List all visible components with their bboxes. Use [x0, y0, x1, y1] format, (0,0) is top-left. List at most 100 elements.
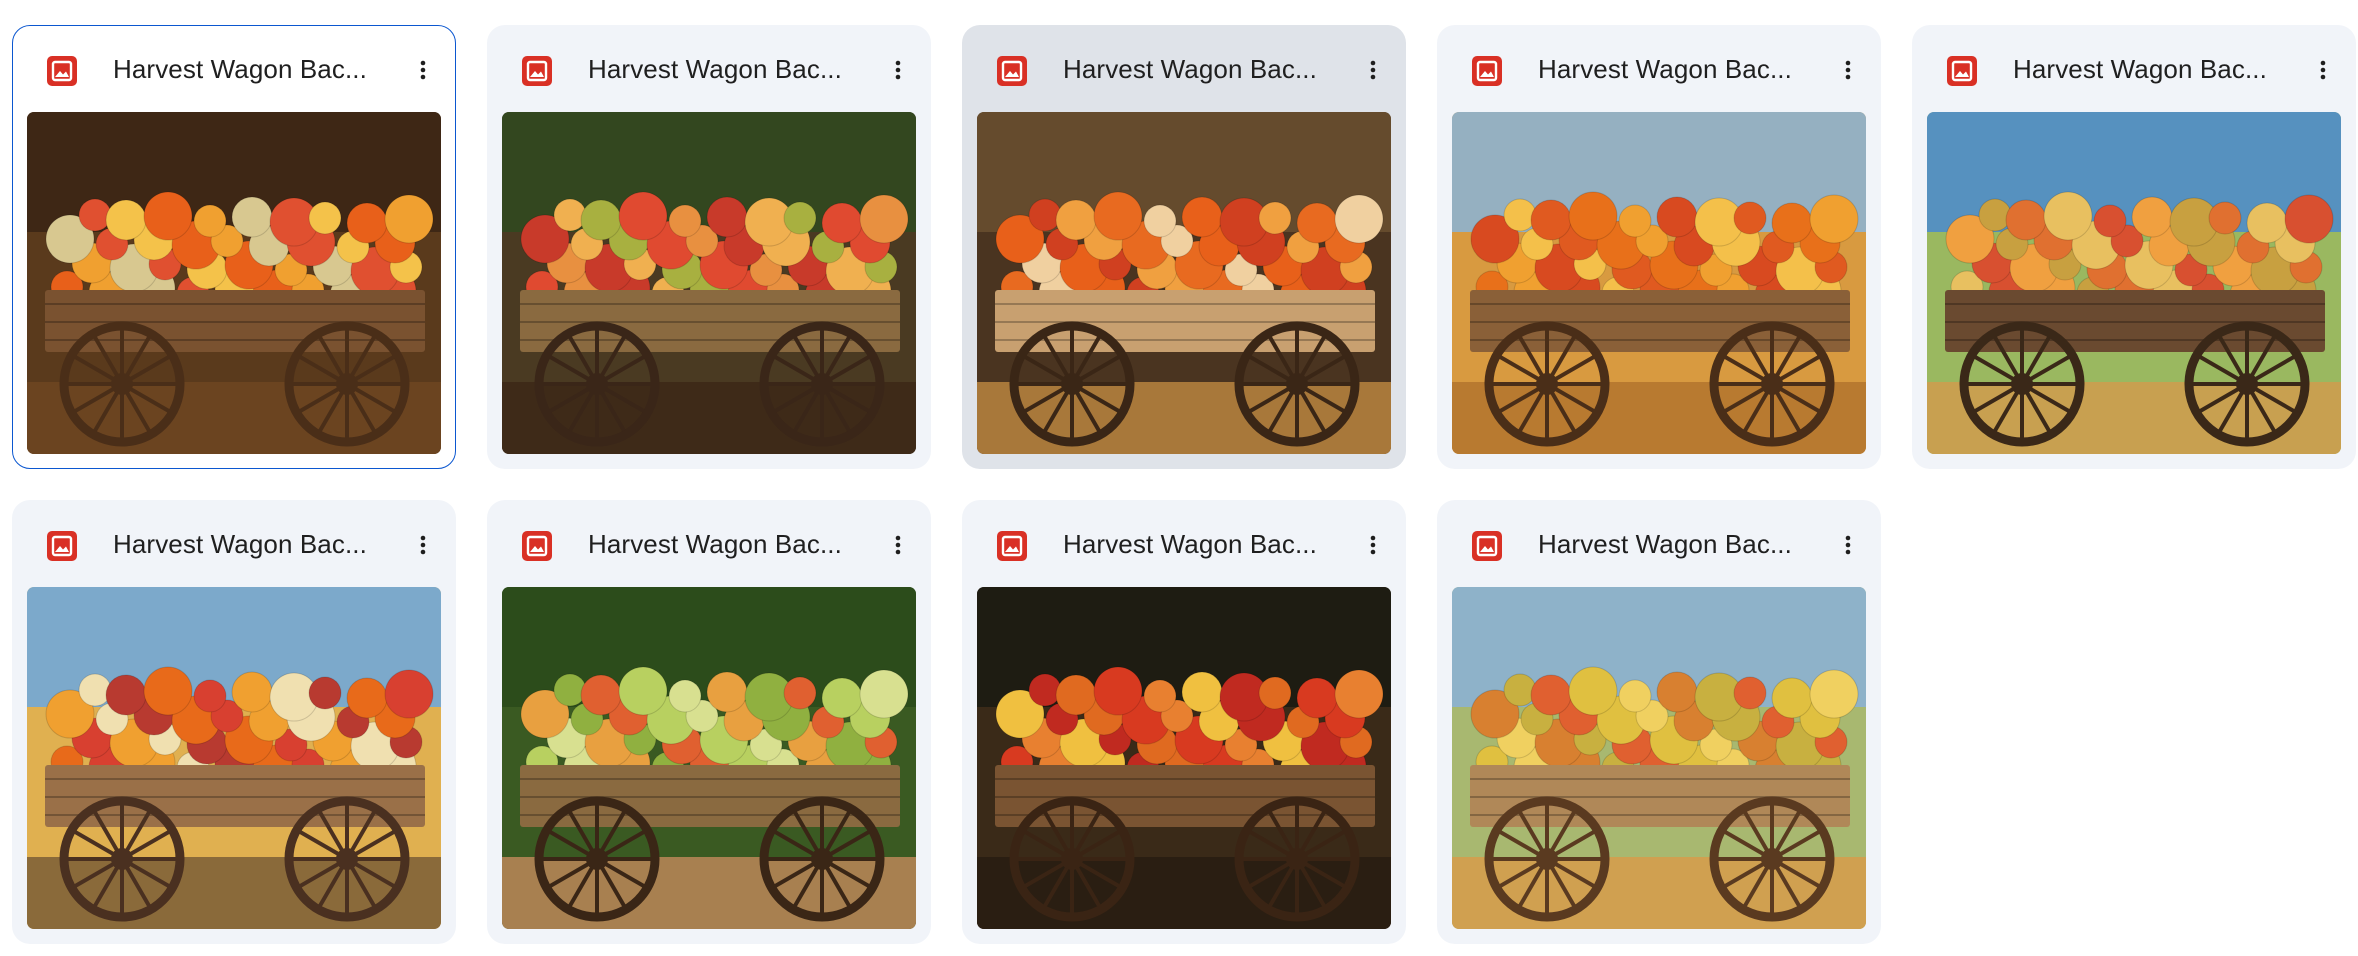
produce-item	[783, 201, 817, 235]
file-thumbnail[interactable]	[1927, 112, 2341, 454]
file-card[interactable]: Harvest Wagon Bac...	[12, 500, 456, 944]
file-card[interactable]: Harvest Wagon Bac...	[487, 25, 931, 469]
file-thumbnail[interactable]	[502, 587, 916, 929]
wagon-wheel	[759, 321, 885, 447]
produce-item	[1530, 199, 1572, 241]
more-vertical-icon[interactable]	[1351, 48, 1395, 92]
image-file-icon	[47, 56, 77, 86]
image-file-icon	[997, 56, 1027, 86]
thumbnail-image	[977, 112, 1391, 454]
produce-item	[2043, 191, 2093, 241]
produce-item	[193, 679, 227, 713]
thumbnail-ground	[1927, 382, 2341, 454]
thumbnail-ground	[502, 857, 916, 929]
file-card-header: Harvest Wagon Bac...	[13, 26, 455, 112]
file-thumbnail[interactable]	[27, 112, 441, 454]
produce-item	[1093, 666, 1143, 716]
thumbnail-ground	[1452, 382, 1866, 454]
produce-item	[1334, 669, 1384, 719]
produce-item	[105, 674, 147, 716]
more-vertical-icon[interactable]	[1351, 523, 1395, 567]
file-title: Harvest Wagon Bac...	[588, 529, 842, 559]
more-vertical-icon[interactable]	[2301, 48, 2345, 92]
produce-item	[1296, 202, 1338, 244]
more-vertical-icon[interactable]	[401, 523, 445, 567]
produce-item	[143, 666, 193, 716]
produce-item	[2246, 202, 2288, 244]
produce-item	[1093, 191, 1143, 241]
produce-item	[1530, 674, 1572, 716]
more-vertical-icon[interactable]	[1826, 523, 1870, 567]
wagon-wheel	[534, 796, 660, 922]
file-card-header: Harvest Wagon Bac...	[1913, 26, 2355, 112]
produce-item	[1181, 196, 1223, 238]
produce-item	[859, 194, 909, 244]
file-card[interactable]: Harvest Wagon Bac...	[487, 500, 931, 944]
produce-item	[783, 676, 817, 710]
file-thumbnail[interactable]	[977, 587, 1391, 929]
file-card[interactable]: Harvest Wagon Bac...	[1437, 500, 1881, 944]
produce-item	[618, 191, 668, 241]
file-card[interactable]: Harvest Wagon Bac...	[1437, 25, 1881, 469]
file-card-header: Harvest Wagon Bac...	[1438, 501, 1880, 587]
image-file-icon	[522, 56, 552, 86]
wagon-wheel	[1709, 321, 1835, 447]
wagon-wheel	[1959, 321, 2085, 447]
file-card[interactable]: Harvest Wagon Bac...	[962, 500, 1406, 944]
produce-item	[1258, 201, 1292, 235]
file-card-header: Harvest Wagon Bac...	[963, 26, 1405, 112]
produce-item	[1771, 677, 1813, 719]
file-title: Harvest Wagon Bac...	[588, 54, 842, 84]
file-card[interactable]: Harvest Wagon Bac...	[12, 25, 456, 469]
produce-item	[1334, 194, 1384, 244]
produce-item	[105, 199, 147, 241]
thumbnail-ground	[502, 382, 916, 454]
more-vertical-icon[interactable]	[1826, 48, 1870, 92]
produce-item	[668, 679, 702, 713]
file-title: Harvest Wagon Bac...	[1063, 529, 1317, 559]
file-card[interactable]: Harvest Wagon Bac...	[1912, 25, 2356, 469]
thumbnail-image	[1452, 112, 1866, 454]
wagon-wheel	[1709, 796, 1835, 922]
file-thumbnail[interactable]	[502, 112, 916, 454]
more-vertical-icon[interactable]	[876, 48, 920, 92]
file-thumbnail[interactable]	[1452, 112, 1866, 454]
thumbnail-image	[1927, 112, 2341, 454]
produce-item	[1055, 674, 1097, 716]
image-file-icon	[1472, 56, 1502, 86]
wagon-wheel	[1484, 796, 1610, 922]
thumbnail-ground	[1452, 857, 1866, 929]
thumbnail-image	[977, 587, 1391, 929]
more-vertical-icon[interactable]	[401, 48, 445, 92]
wagon-wheel	[534, 321, 660, 447]
produce-item	[859, 669, 909, 719]
file-title: Harvest Wagon Bac...	[1538, 54, 1792, 84]
file-thumbnail[interactable]	[27, 587, 441, 929]
file-thumbnail[interactable]	[977, 112, 1391, 454]
thumbnail-ground	[27, 857, 441, 929]
file-thumbnail[interactable]	[1452, 587, 1866, 929]
produce-item	[1568, 666, 1618, 716]
file-title: Harvest Wagon Bac...	[1538, 529, 1792, 559]
produce-item	[2208, 201, 2242, 235]
produce-item	[618, 666, 668, 716]
wagon-wheel	[2184, 321, 2310, 447]
produce-item	[1568, 191, 1618, 241]
produce-item	[580, 199, 622, 241]
produce-item	[821, 202, 863, 244]
image-file-icon	[1947, 56, 1977, 86]
image-file-icon	[1472, 531, 1502, 561]
image-file-icon	[522, 531, 552, 561]
produce-item	[1656, 196, 1698, 238]
produce-item	[1771, 202, 1813, 244]
produce-item	[308, 201, 342, 235]
image-file-icon	[47, 531, 77, 561]
more-vertical-icon[interactable]	[876, 523, 920, 567]
produce-item	[384, 669, 434, 719]
wagon-wheel	[284, 796, 410, 922]
produce-item	[580, 674, 622, 716]
thumbnail-image	[502, 587, 916, 929]
file-card[interactable]: Harvest Wagon Bac...	[962, 25, 1406, 469]
file-title: Harvest Wagon Bac...	[113, 529, 367, 559]
produce-item	[1258, 676, 1292, 710]
